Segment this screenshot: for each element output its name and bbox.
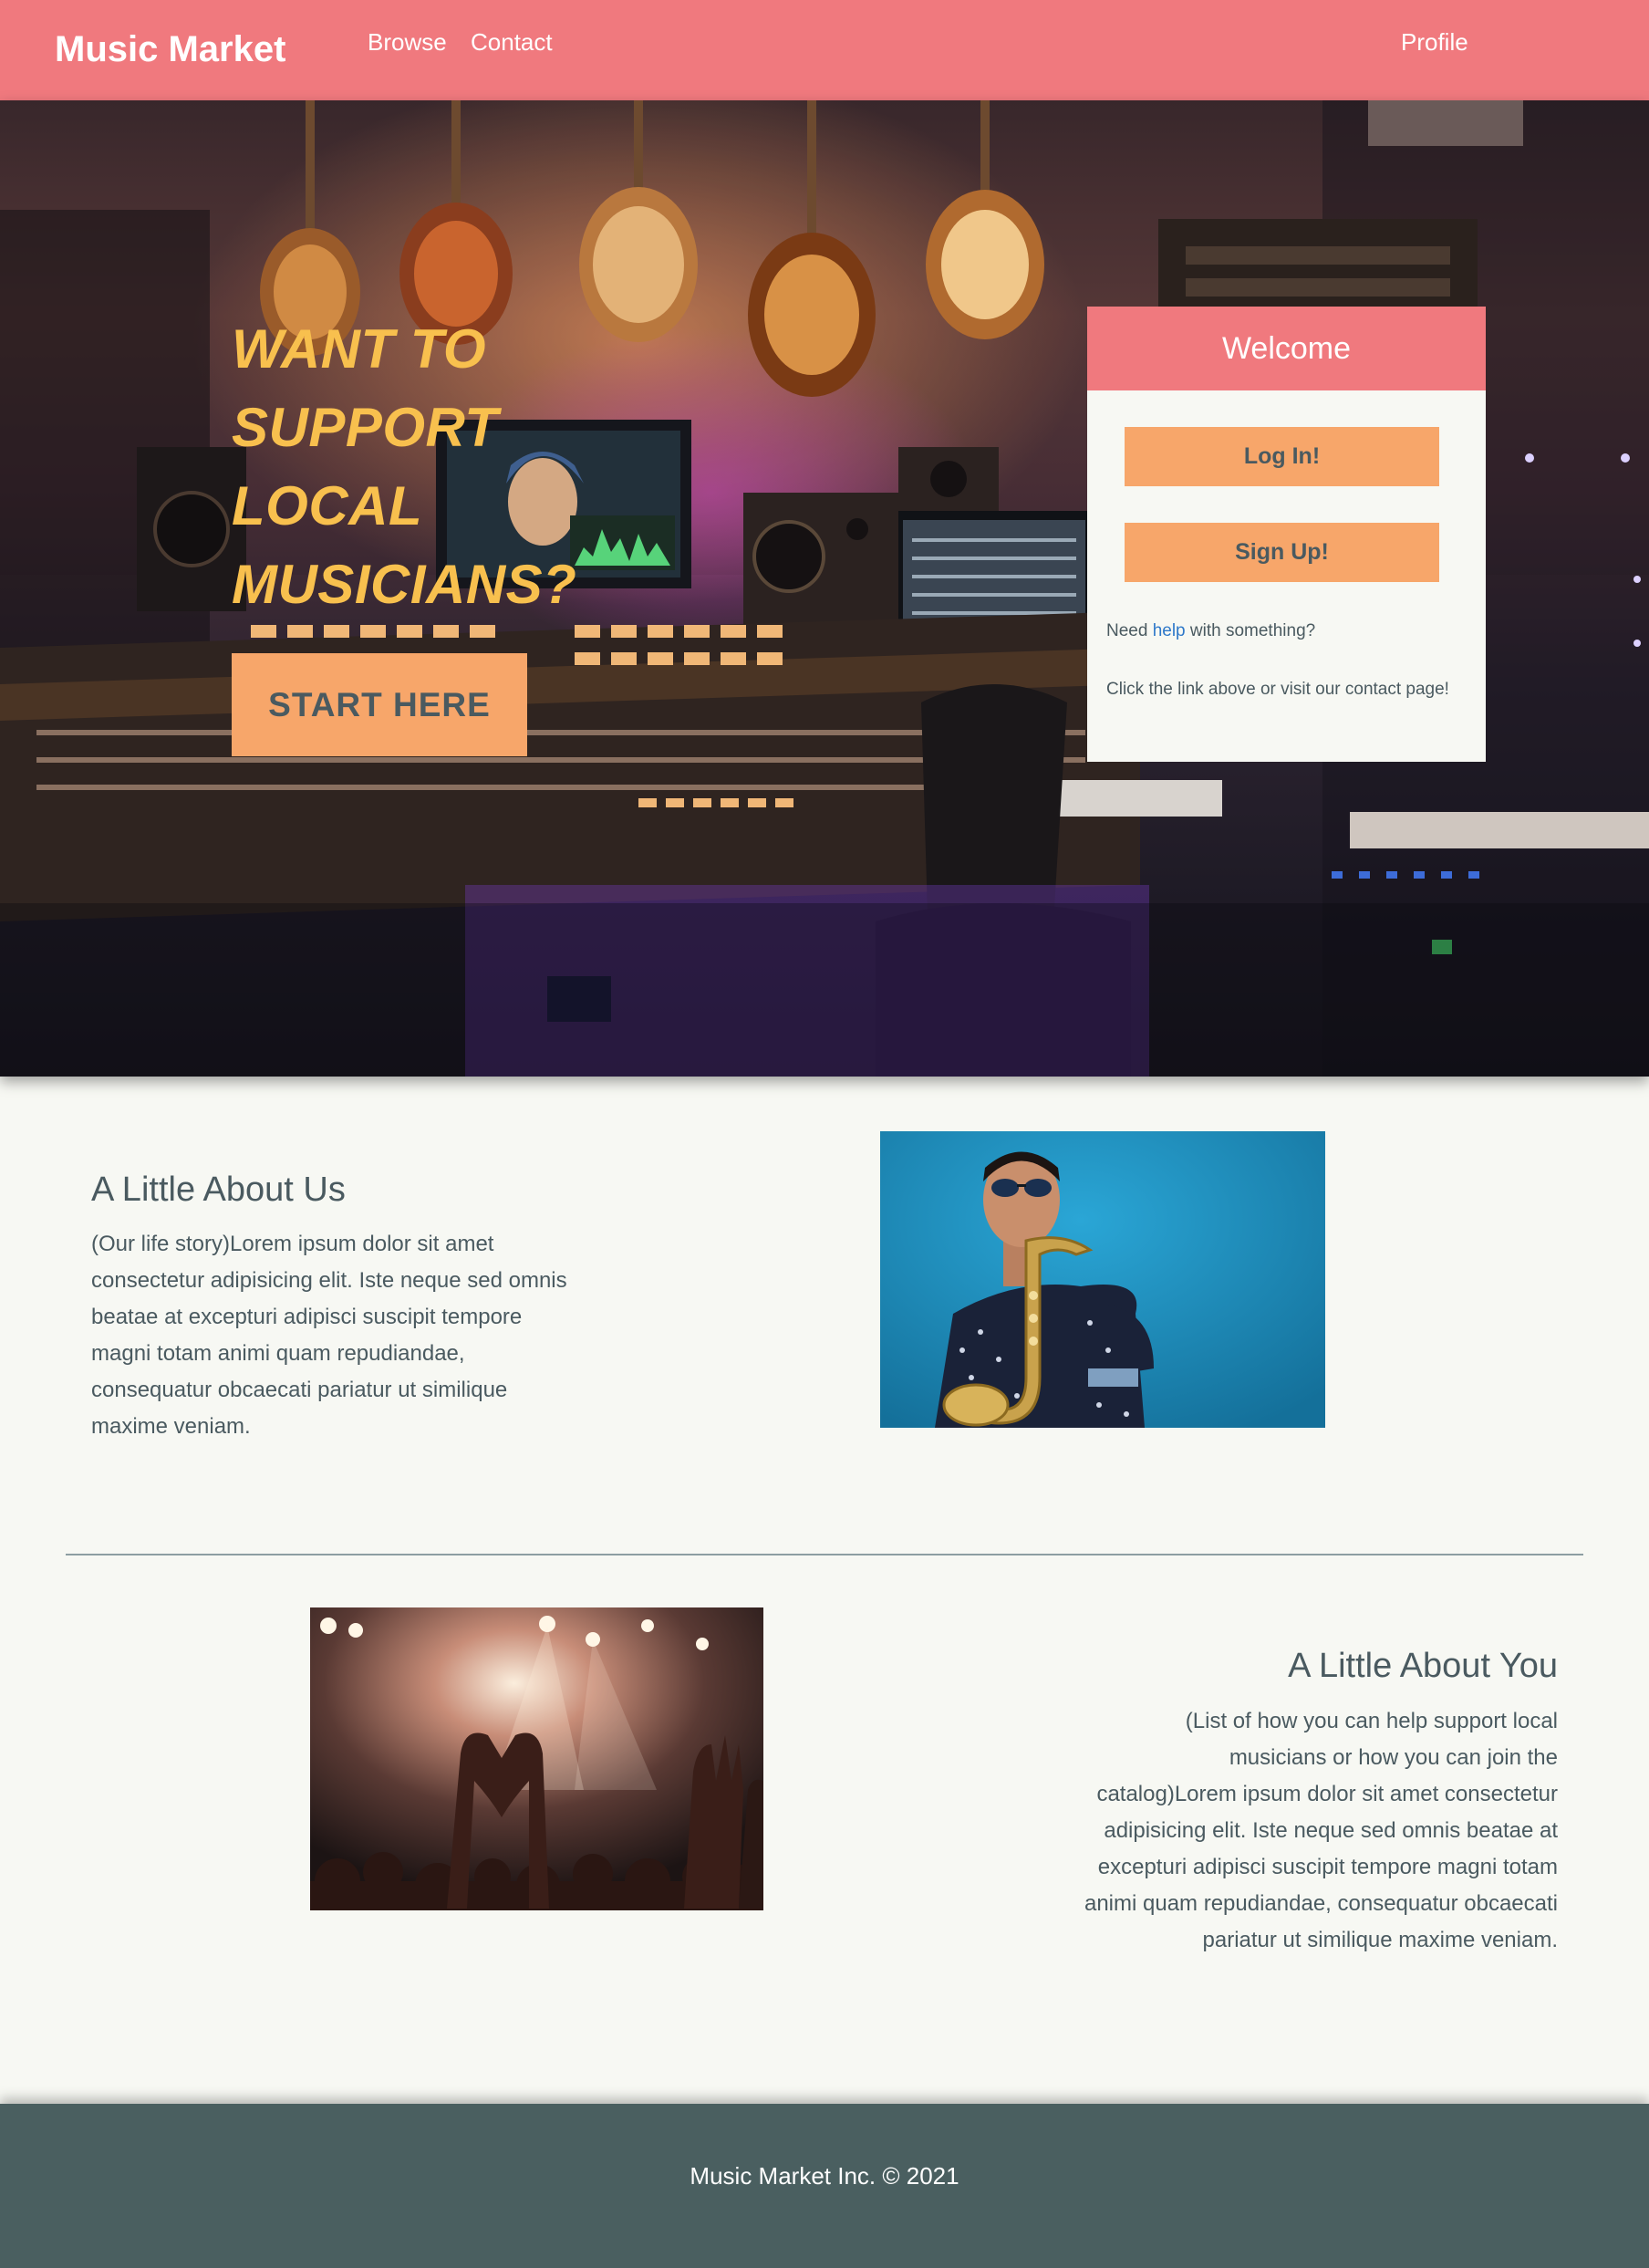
nav-link-browse[interactable]: Browse xyxy=(368,27,447,57)
signup-button[interactable]: Sign Up! xyxy=(1125,523,1439,582)
login-button[interactable]: Log In! xyxy=(1125,427,1439,486)
nav-link-profile[interactable]: Profile xyxy=(1401,27,1468,57)
help-prefix: Need xyxy=(1106,621,1153,640)
help-suffix: with something? xyxy=(1185,621,1316,640)
welcome-card: Welcome Log In! Sign Up! Need help with … xyxy=(1087,307,1486,762)
help-text: Need help with something? xyxy=(1106,621,1315,641)
concert-crowd-photo xyxy=(310,1607,763,1910)
about-us-title: A Little About Us xyxy=(91,1170,346,1209)
about-you-text: (List of how you can help support local … xyxy=(1084,1709,1558,1952)
hero-heading: WANT TO SUPPORT LOCAL MUSICIANS? xyxy=(232,318,577,615)
start-here-button[interactable]: START HERE xyxy=(232,653,527,756)
navbar: Music Market Browse Contact Profile xyxy=(0,0,1649,100)
footer: Music Market Inc. © 2021 xyxy=(0,2104,1649,2268)
section-divider xyxy=(66,1554,1583,1555)
hero-section: WANT TO SUPPORT LOCAL MUSICIANS? START H… xyxy=(0,100,1649,1077)
nav-link-contact[interactable]: Contact xyxy=(471,27,553,57)
saxophone-player-photo xyxy=(880,1131,1325,1428)
contact-hint-text: Click the link above or visit our contac… xyxy=(1106,680,1449,699)
about-you-title: A Little About You xyxy=(1288,1647,1558,1685)
brand-logo-link[interactable]: Music Market xyxy=(55,27,285,71)
footer-copyright: Music Market Inc. © 2021 xyxy=(690,2162,959,2190)
welcome-title: Welcome xyxy=(1087,307,1486,390)
about-us-text: (Our life story)Lorem ipsum dolor sit am… xyxy=(91,1232,567,1439)
help-link[interactable]: help xyxy=(1153,621,1186,640)
